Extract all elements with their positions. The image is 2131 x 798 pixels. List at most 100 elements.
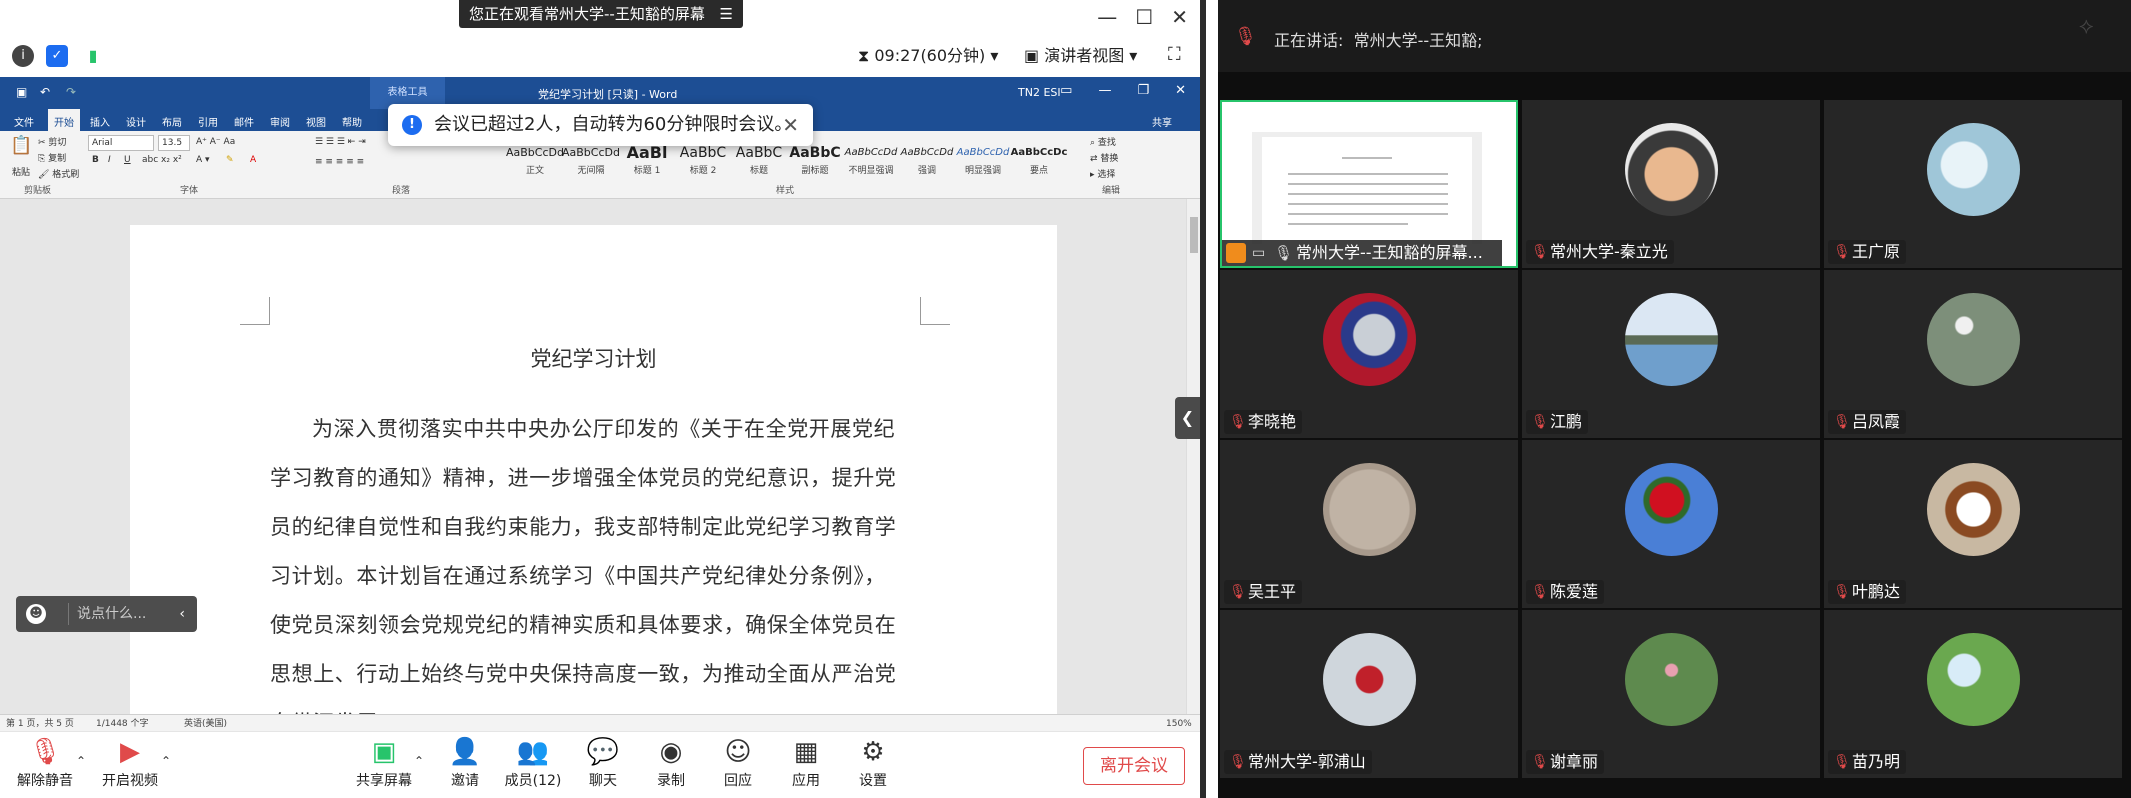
- minimize-icon[interactable]: —: [1097, 2, 1117, 32]
- share-screen-button[interactable]: ▣ 共享屏幕: [349, 732, 419, 798]
- participant-tile[interactable]: 🎙 陈爱莲: [1522, 440, 1820, 608]
- style-subtitle[interactable]: AaBbC 副标题: [786, 143, 844, 176]
- select-button[interactable]: ▸ 选择: [1090, 167, 1115, 180]
- copy-button[interactable]: ⎘ 复制: [38, 151, 66, 164]
- collapse-sidebar-button[interactable]: ❮: [1175, 397, 1200, 439]
- style-normal[interactable]: AaBbCcDd 正文: [506, 143, 564, 176]
- italic-button[interactable]: I: [108, 155, 111, 165]
- shield-icon[interactable]: ✓: [46, 45, 68, 67]
- style-no-spacing[interactable]: AaBbCcDd 无间隔: [562, 143, 620, 176]
- font-size-select[interactable]: 13.5: [158, 135, 190, 151]
- document-body[interactable]: 为深入贯彻落实中共中央办公厅印发的《关于在全党开展党纪学习教育的通知》精神，进一…: [270, 405, 900, 748]
- highlight-icon[interactable]: ✎: [226, 155, 234, 165]
- find-button[interactable]: ⌕ 查找: [1090, 135, 1116, 148]
- share-button[interactable]: 共享: [1152, 114, 1172, 129]
- font-color-icon[interactable]: A: [250, 155, 256, 165]
- tab-layout[interactable]: 布局: [162, 114, 182, 129]
- settings-button[interactable]: ⚙ 设置: [838, 732, 908, 798]
- tab-references[interactable]: 引用: [198, 114, 218, 129]
- tab-file[interactable]: 文件: [14, 114, 34, 129]
- meeting-timer[interactable]: ⧗ 09:27(60分钟) ▾: [858, 44, 998, 68]
- invite-button[interactable]: 👤 邀请: [430, 732, 500, 798]
- thumbnail-line: [1288, 223, 1408, 225]
- style-strong[interactable]: AaBbCcDc 要点: [1010, 143, 1068, 176]
- chevron-up-icon[interactable]: ⌃: [161, 754, 171, 768]
- chat-button[interactable]: 💬 聊天: [568, 732, 638, 798]
- info-icon[interactable]: i: [12, 45, 34, 67]
- participant-tile[interactable]: 🎙 江鹏: [1522, 270, 1820, 438]
- replace-button[interactable]: ⇄ 替换: [1090, 151, 1118, 164]
- tab-insert[interactable]: 插入: [90, 114, 110, 129]
- document-scrollbar[interactable]: [1186, 199, 1200, 731]
- tab-review[interactable]: 审阅: [270, 114, 290, 129]
- mute-button[interactable]: 🎙 解除静音: [10, 732, 80, 798]
- share-banner[interactable]: 您正在观看常州大学--王知豁的屏幕 ☰: [459, 0, 743, 28]
- tab-mailings[interactable]: 邮件: [234, 114, 254, 129]
- style-heading2[interactable]: AaBbC 标题 2: [674, 143, 732, 176]
- tab-design[interactable]: 设计: [126, 114, 146, 129]
- style-intense-emphasis[interactable]: AaBbCcDd 明显强调: [954, 143, 1012, 176]
- ribbon-display-icon[interactable]: ▭: [1060, 83, 1072, 98]
- participant-tile[interactable]: 🎙 吴王平: [1220, 440, 1518, 608]
- participant-tile[interactable]: 🎙 王广原: [1824, 100, 2122, 268]
- participant-tile[interactable]: 🎙 常州大学-秦立光: [1522, 100, 1820, 268]
- signal-icon[interactable]: ▮: [82, 45, 104, 67]
- participant-tile[interactable]: 🎙 吕凤霞: [1824, 270, 2122, 438]
- menu-icon[interactable]: ☰: [720, 0, 733, 28]
- emoji-icon[interactable]: ☻: [26, 604, 46, 624]
- chevron-up-icon[interactable]: ⌃: [76, 754, 86, 768]
- paste-icon[interactable]: 📋: [10, 135, 32, 156]
- font-name-select[interactable]: Arial: [88, 135, 154, 151]
- format-painter-button[interactable]: 🖌 格式刷: [38, 167, 79, 180]
- participant-tile[interactable]: 🎙 李晓艳: [1220, 270, 1518, 438]
- participant-tile[interactable]: 🎙 苗乃明: [1824, 610, 2122, 778]
- close-icon[interactable]: ✕: [1171, 2, 1188, 32]
- style-preview: AaBbCcDd: [956, 147, 1010, 158]
- chevron-left-icon[interactable]: ‹: [179, 596, 185, 632]
- bullets-icon[interactable]: ☰ ☰ ☰ ⇤ ⇥: [315, 137, 366, 147]
- apps-button[interactable]: ▦ 应用: [771, 732, 841, 798]
- scrollbar-thumb[interactable]: [1190, 217, 1198, 253]
- undo-icon[interactable]: ↶: [40, 85, 50, 99]
- gallery-toggle-icon[interactable]: ⟡: [2079, 14, 2119, 54]
- style-subtle-emphasis[interactable]: AaBbCcDd 不明显强调: [842, 143, 900, 176]
- leave-meeting-button[interactable]: 离开会议: [1083, 747, 1185, 785]
- chevron-up-icon[interactable]: ⌃: [414, 754, 424, 768]
- participant-tile[interactable]: 🎙 常州大学-郭浦山: [1220, 610, 1518, 778]
- style-preview: AaBbC: [679, 145, 727, 161]
- members-button[interactable]: 👥 成员(12): [498, 732, 568, 798]
- tab-view[interactable]: 视图: [306, 114, 326, 129]
- paste-button[interactable]: 粘贴: [12, 165, 30, 178]
- style-emphasis[interactable]: AaBbCcDd 强调: [898, 143, 956, 176]
- reaction-button[interactable]: ☺ 回应: [703, 732, 773, 798]
- participant-tile[interactable]: 🎙 叶鹏达: [1824, 440, 2122, 608]
- text-effect-icon[interactable]: A ▾: [196, 155, 210, 165]
- cut-button[interactable]: ✂ 剪切: [38, 135, 66, 148]
- save-icon[interactable]: ▣: [16, 85, 27, 99]
- word-restore-icon[interactable]: ❐: [1137, 83, 1149, 98]
- chat-placeholder[interactable]: 说点什么...: [68, 603, 146, 625]
- chat-quick-input[interactable]: ☻ 说点什么... ‹: [16, 596, 197, 632]
- redo-icon[interactable]: ↷: [66, 85, 76, 99]
- underline-button[interactable]: U: [124, 155, 131, 165]
- document-page[interactable]: 党纪学习计划 为深入贯彻落实中共中央办公厅印发的《关于在全党开展党纪学习教育的通…: [130, 225, 1057, 735]
- word-minimize-icon[interactable]: —: [1098, 83, 1111, 98]
- align-icons[interactable]: ≡ ≡ ≡ ≡ ≡: [315, 157, 364, 167]
- participant-tile[interactable]: 🎙 谢章丽: [1522, 610, 1820, 778]
- speaking-label: 正在讲话:: [1274, 31, 1344, 50]
- fullscreen-icon[interactable]: ⛶: [1168, 44, 1181, 65]
- font-grow-icon[interactable]: A⁺ A⁻ Aa: [196, 137, 235, 147]
- maximize-icon[interactable]: ☐: [1135, 2, 1153, 32]
- word-close-icon[interactable]: ✕: [1175, 83, 1186, 98]
- bold-button[interactable]: B: [92, 155, 99, 165]
- record-button[interactable]: ◉ 录制: [636, 732, 706, 798]
- view-mode-dropdown[interactable]: ▣ 演讲者视图 ▾: [1024, 44, 1137, 68]
- tab-home[interactable]: 开始: [48, 109, 80, 131]
- video-button[interactable]: ▶ 开启视频: [95, 732, 165, 798]
- style-title[interactable]: AaBbC 标题: [730, 143, 788, 176]
- close-icon[interactable]: ✕: [782, 104, 799, 146]
- shared-screen-tile[interactable]: ▭ 🎙 常州大学--王知豁的屏幕...: [1220, 100, 1518, 268]
- style-heading1[interactable]: AaBl 标题 1: [618, 143, 676, 176]
- font-format-icons[interactable]: abc x₂ x²: [142, 155, 182, 165]
- tab-help[interactable]: 帮助: [342, 114, 362, 129]
